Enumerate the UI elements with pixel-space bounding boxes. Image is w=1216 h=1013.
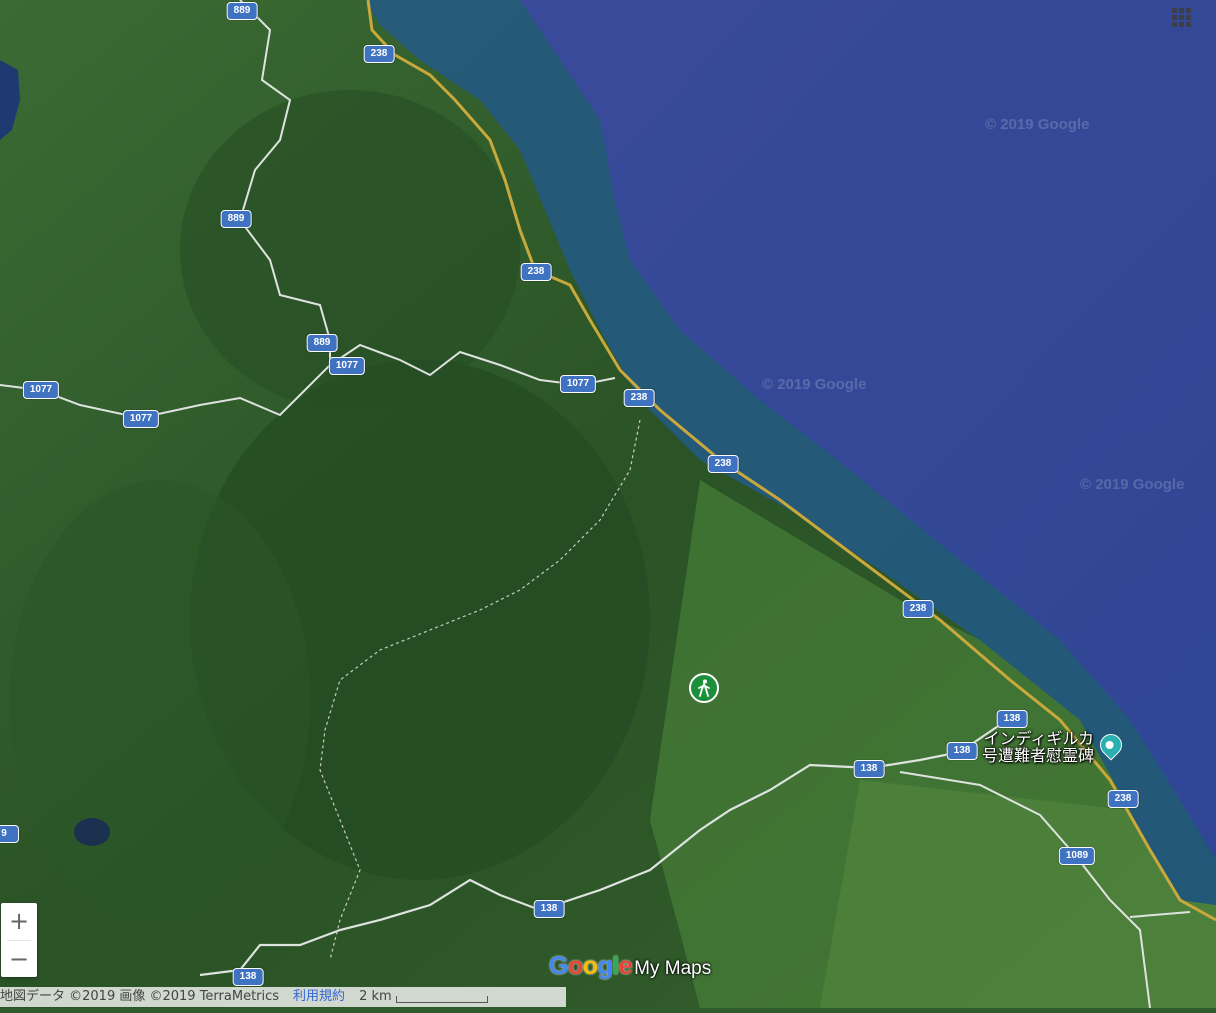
route-shield: 238 [707, 455, 739, 473]
route-shield: 238 [520, 263, 552, 281]
terms-link[interactable]: 利用規約 [293, 987, 345, 1007]
poi-label[interactable]: インディギルカ 号遭難者慰霊碑 [982, 730, 1094, 764]
route-shield: 889 [220, 210, 252, 228]
route-shield: 1077 [559, 375, 597, 393]
route-shield: 138 [232, 968, 264, 986]
route-shield: 238 [1107, 790, 1139, 808]
zoom-controls: + − [1, 903, 37, 977]
map-imagery [0, 0, 1216, 1009]
route-shield: 238 [363, 45, 395, 63]
map-attribution: 地図データ ©2019 画像 ©2019 TerraMetrics [0, 989, 280, 1004]
hiker-glyph [698, 679, 710, 697]
scale-bar [395, 995, 488, 1003]
route-shield: 889 [306, 334, 338, 352]
route-shield: 138 [946, 742, 978, 760]
mymaps-wordmark: My Maps [634, 958, 712, 979]
route-shield: 1077 [122, 410, 160, 428]
scale-indicator[interactable]: 2 km [359, 987, 488, 1007]
route-shield: 9 [0, 825, 19, 843]
hiker-icon[interactable] [689, 673, 719, 703]
poi-label-line2: 号遭難者慰霊碑 [982, 746, 1095, 765]
google-mymaps-logo: Google My Maps [549, 952, 711, 982]
route-shield: 238 [623, 389, 655, 407]
route-shield: 889 [226, 2, 258, 20]
zoom-out-button[interactable]: − [1, 941, 37, 978]
route-shield: 1077 [22, 381, 60, 399]
route-shield: 238 [902, 600, 934, 618]
route-shield: 138 [853, 760, 885, 778]
poi-label-line1: インディギルカ [983, 729, 1095, 748]
zoom-in-button[interactable]: + [1, 903, 37, 940]
grid-icon[interactable] [1170, 6, 1192, 28]
route-shield: 1089 [1058, 847, 1096, 865]
route-shield: 138 [996, 710, 1028, 728]
scale-label: 2 km [359, 989, 392, 1004]
map-footer: 地図データ ©2019 画像 ©2019 TerraMetrics 利用規約 2… [0, 987, 566, 1007]
route-shield: 1077 [328, 357, 366, 375]
satellite-map[interactable] [0, 0, 1216, 1009]
google-wordmark: Google [549, 952, 633, 980]
route-shield: 138 [533, 900, 565, 918]
